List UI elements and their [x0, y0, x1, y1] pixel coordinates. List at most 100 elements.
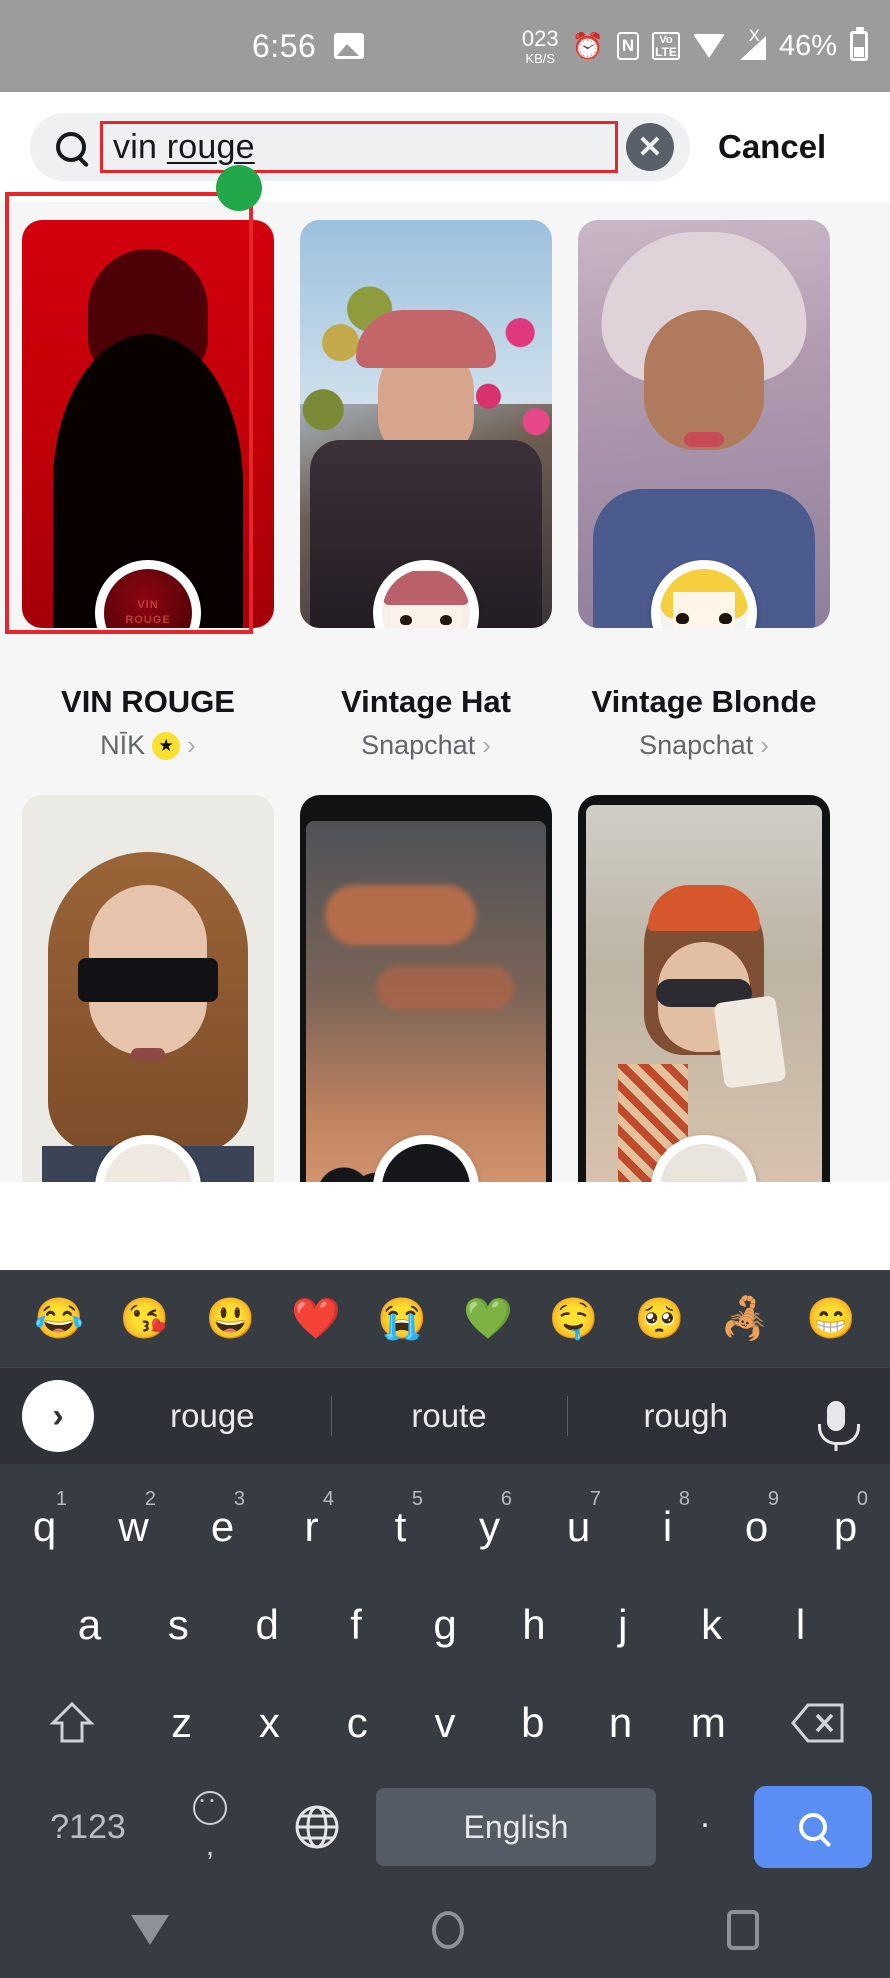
- search-input[interactable]: vin rouge: [100, 121, 618, 173]
- key-number-label: 4: [322, 1488, 334, 1510]
- key-o[interactable]: 9o: [712, 1478, 801, 1576]
- lens-thumbnail[interactable]: [300, 220, 552, 628]
- emoji-key[interactable]: 😃: [206, 1299, 256, 1339]
- key-f[interactable]: f: [312, 1576, 401, 1674]
- key-label: e: [210, 1503, 235, 1550]
- key-number-label: 8: [678, 1488, 690, 1510]
- key-h[interactable]: h: [489, 1576, 578, 1674]
- key-w[interactable]: 2w: [89, 1478, 178, 1576]
- suggestion-word[interactable]: rough: [567, 1397, 804, 1435]
- battery-icon: [850, 27, 868, 61]
- key-q[interactable]: 1q: [0, 1478, 89, 1576]
- space-key[interactable]: English: [376, 1788, 656, 1866]
- lens-author-row[interactable]: Snapchat ›: [361, 730, 491, 761]
- battery-percent-label: 46%: [778, 29, 837, 62]
- lens-card-vin-rouge[interactable]: VIN ROUGE VIN ROUGE NĪK ★ ›: [22, 220, 274, 761]
- home-circle-icon[interactable]: [431, 1911, 464, 1949]
- back-dismiss-keyboard-icon[interactable]: [131, 1915, 170, 1945]
- lens-author-name: Snapchat: [639, 730, 754, 760]
- search-enter-key[interactable]: [754, 1786, 872, 1868]
- emoji-suggestion-row: 😂 😘 😃 ❤️ 😭 💚 🤤 🥺 🦂 😁: [0, 1270, 890, 1368]
- emoji-face-icon[interactable]: ,: [162, 1791, 258, 1863]
- key-j[interactable]: j: [578, 1576, 667, 1674]
- lens-thumbnail[interactable]: [300, 795, 552, 1182]
- avatar-image: [660, 1144, 748, 1182]
- lens-card-vintage-blonde[interactable]: Vintage Blonde Snapchat ›: [578, 220, 830, 761]
- key-d[interactable]: d: [223, 1576, 312, 1674]
- key-p[interactable]: 0p: [801, 1478, 890, 1576]
- emoji-key[interactable]: ❤️: [291, 1299, 341, 1339]
- thumbnail-art-hat: [356, 309, 496, 368]
- language-globe-icon[interactable]: [262, 1802, 372, 1852]
- emoji-key[interactable]: 🤤: [549, 1299, 599, 1339]
- lens-card-row2-1[interactable]: [22, 795, 274, 1182]
- image-notification-icon: [334, 33, 365, 59]
- key-x[interactable]: x: [226, 1674, 314, 1772]
- keyboard-row-2: a s d f g h j k l: [0, 1576, 890, 1674]
- key-v[interactable]: v: [401, 1674, 489, 1772]
- suggestion-word[interactable]: route: [331, 1397, 568, 1435]
- key-label: r: [304, 1503, 319, 1550]
- key-s[interactable]: s: [134, 1576, 223, 1674]
- key-a[interactable]: a: [45, 1576, 134, 1674]
- search-pill[interactable]: vin rouge ✕: [30, 113, 690, 181]
- cancel-button[interactable]: Cancel: [718, 128, 826, 166]
- search-query-text: vin rouge: [113, 128, 255, 167]
- emoji-key[interactable]: 🦂: [720, 1299, 770, 1339]
- period-key[interactable]: .: [660, 1797, 750, 1858]
- emoji-key[interactable]: 😂: [34, 1299, 84, 1339]
- avatar-image: [660, 569, 748, 628]
- key-z[interactable]: z: [138, 1674, 226, 1772]
- microphone-icon[interactable]: [804, 1401, 868, 1445]
- lens-thumbnail[interactable]: VIN ROUGE: [22, 220, 274, 628]
- emoji-key[interactable]: 😭: [377, 1299, 427, 1339]
- lens-author-row[interactable]: Snapchat ›: [639, 730, 769, 761]
- lens-card-row2-3[interactable]: [578, 795, 830, 1182]
- emoji-key[interactable]: 😁: [806, 1299, 856, 1339]
- status-bar-clock: 6:56: [252, 27, 317, 64]
- avatar-badge-line1: VIN: [137, 599, 159, 612]
- key-number-label: 7: [589, 1488, 601, 1510]
- key-e[interactable]: 3e: [178, 1478, 267, 1576]
- key-b[interactable]: b: [489, 1674, 577, 1772]
- recent-apps-icon[interactable]: [726, 1910, 759, 1950]
- search-bar: vin rouge ✕ Cancel: [0, 92, 890, 202]
- avatar-image: [104, 1144, 192, 1182]
- on-screen-keyboard: 😂 😘 😃 ❤️ 😭 💚 🤤 🥺 🦂 😁 › rouge route rough…: [0, 1270, 890, 1978]
- key-y[interactable]: 6y: [445, 1478, 534, 1576]
- clear-search-button[interactable]: ✕: [626, 123, 674, 171]
- key-r[interactable]: 4r: [267, 1478, 356, 1576]
- status-bar-right: 023 KB/S ⏰ N Vo LTE X 46%: [522, 26, 868, 65]
- phone-screen: 6:56 023 KB/S ⏰ N Vo LTE X 46% vin rouge…: [0, 0, 890, 1978]
- emoji-key[interactable]: 💚: [463, 1299, 513, 1339]
- key-u[interactable]: 7u: [534, 1478, 623, 1576]
- lens-title: VIN ROUGE: [61, 684, 235, 719]
- volte-top-label: Vo: [659, 33, 673, 46]
- key-n[interactable]: n: [577, 1674, 665, 1772]
- key-label: o: [744, 1503, 769, 1550]
- key-m[interactable]: m: [664, 1674, 752, 1772]
- search-icon: [56, 132, 86, 162]
- lens-card-row2-2[interactable]: [300, 795, 552, 1182]
- key-c[interactable]: c: [313, 1674, 401, 1772]
- lens-avatar: VIN ROUGE: [95, 560, 201, 628]
- key-l[interactable]: l: [756, 1576, 845, 1674]
- emoji-key[interactable]: 😘: [120, 1299, 170, 1339]
- symbols-key[interactable]: ?123: [18, 1808, 158, 1847]
- lens-card-vintage-hat[interactable]: Vintage Hat Snapchat ›: [300, 220, 552, 761]
- suggestion-word[interactable]: rouge: [94, 1397, 331, 1435]
- key-g[interactable]: g: [401, 1576, 490, 1674]
- lens-thumbnail[interactable]: [578, 220, 830, 628]
- lens-author-row[interactable]: NĪK ★ ›: [100, 730, 196, 761]
- key-k[interactable]: k: [667, 1576, 756, 1674]
- suggestion-items: rouge route rough: [94, 1397, 804, 1435]
- lens-thumbnail[interactable]: [578, 795, 830, 1182]
- key-t[interactable]: 5t: [356, 1478, 445, 1576]
- key-i[interactable]: 8i: [623, 1478, 712, 1576]
- lens-thumbnail[interactable]: [22, 795, 274, 1182]
- emoji-key[interactable]: 🥺: [635, 1299, 685, 1339]
- chevron-right-icon: ›: [187, 730, 196, 760]
- expand-suggestions-button[interactable]: ›: [22, 1380, 94, 1452]
- backspace-icon[interactable]: [752, 1674, 884, 1772]
- shift-icon[interactable]: [6, 1674, 138, 1772]
